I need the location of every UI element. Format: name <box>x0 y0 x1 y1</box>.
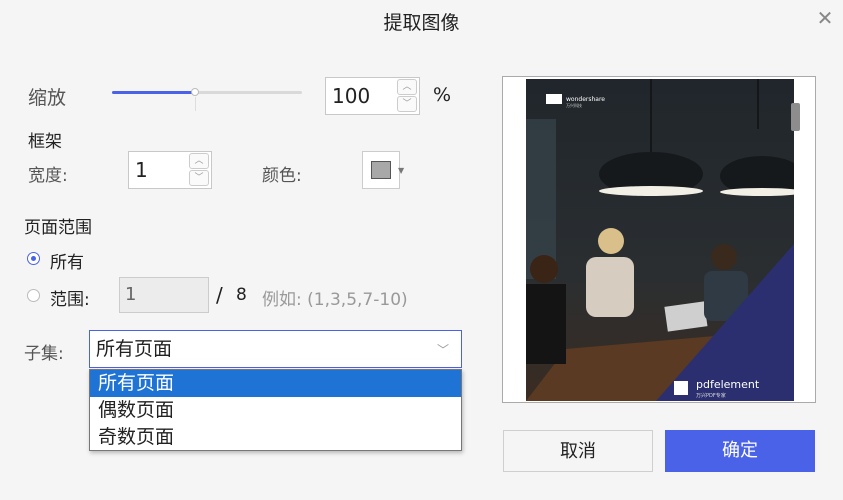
width-down-icon[interactable]: ﹀ <box>189 170 209 186</box>
subset-dropdown[interactable]: 所有页面 偶数页面 奇数页面 <box>89 369 462 451</box>
zoom-slider-handle[interactable] <box>191 88 199 96</box>
width-value[interactable]: 1 <box>135 152 148 188</box>
subset-select[interactable]: 所有页面 ﹀ <box>89 330 462 368</box>
zoom-unit: % <box>433 84 452 106</box>
range-input[interactable]: 1 <box>119 277 209 313</box>
zoom-stepper[interactable]: 100 ︿ ﹀ <box>325 77 420 115</box>
preview-product: pdfelement <box>696 378 760 391</box>
zoom-down-icon[interactable]: ﹀ <box>397 96 417 112</box>
preview-brand-text: wondershare <box>566 96 605 103</box>
subset-option-all[interactable]: 所有页面 <box>90 370 461 397</box>
range-example: 例如: (1,3,5,7-10) <box>262 290 408 310</box>
cover-photo: wondershare 万兴科技 pdfelement 万兴PDF专家 <box>526 79 794 401</box>
color-swatch <box>371 161 391 179</box>
frame-heading: 框架 <box>28 132 62 152</box>
zoom-up-icon[interactable]: ︿ <box>397 79 417 95</box>
total-pages: 8 <box>236 285 247 305</box>
zoom-slider-fill <box>112 91 194 94</box>
radio-all-label[interactable]: 所有 <box>50 248 84 273</box>
dialog-title: 提取图像 <box>383 12 460 34</box>
zoom-slider-tick <box>195 97 196 111</box>
preview-cover-image: wondershare 万兴科技 pdfelement 万兴PDF专家 <box>526 79 794 401</box>
page-range-heading: 页面范围 <box>24 218 92 238</box>
subset-option-even[interactable]: 偶数页面 <box>90 397 461 424</box>
width-up-icon[interactable]: ︿ <box>189 153 209 169</box>
preview-brand-sub: 万兴科技 <box>566 102 582 108</box>
zoom-label: 缩放 <box>28 87 67 109</box>
radio-range-label[interactable]: 范围: <box>50 285 90 310</box>
subset-label: 子集: <box>24 344 64 364</box>
subset-option-odd[interactable]: 奇数页面 <box>90 424 461 451</box>
cancel-button[interactable]: 取消 <box>503 430 653 472</box>
radio-all[interactable] <box>27 252 40 265</box>
ok-button[interactable]: 确定 <box>665 430 815 472</box>
width-stepper[interactable]: 1 ︿ ﹀ <box>128 151 212 189</box>
preview-scrollbar[interactable] <box>791 103 800 131</box>
subset-selected: 所有页面 <box>96 338 173 360</box>
chevron-down-icon[interactable]: ﹀ <box>437 341 449 358</box>
width-label: 宽度: <box>28 166 68 186</box>
radio-range[interactable] <box>27 289 40 302</box>
close-icon[interactable]: ✕ <box>815 8 835 28</box>
color-caret-icon[interactable]: ▼ <box>398 166 404 175</box>
zoom-value[interactable]: 100 <box>332 78 370 114</box>
range-separator: / <box>216 283 223 307</box>
color-label: 颜色: <box>262 166 302 186</box>
preview-product-sub: 万兴PDF专家 <box>696 392 726 399</box>
